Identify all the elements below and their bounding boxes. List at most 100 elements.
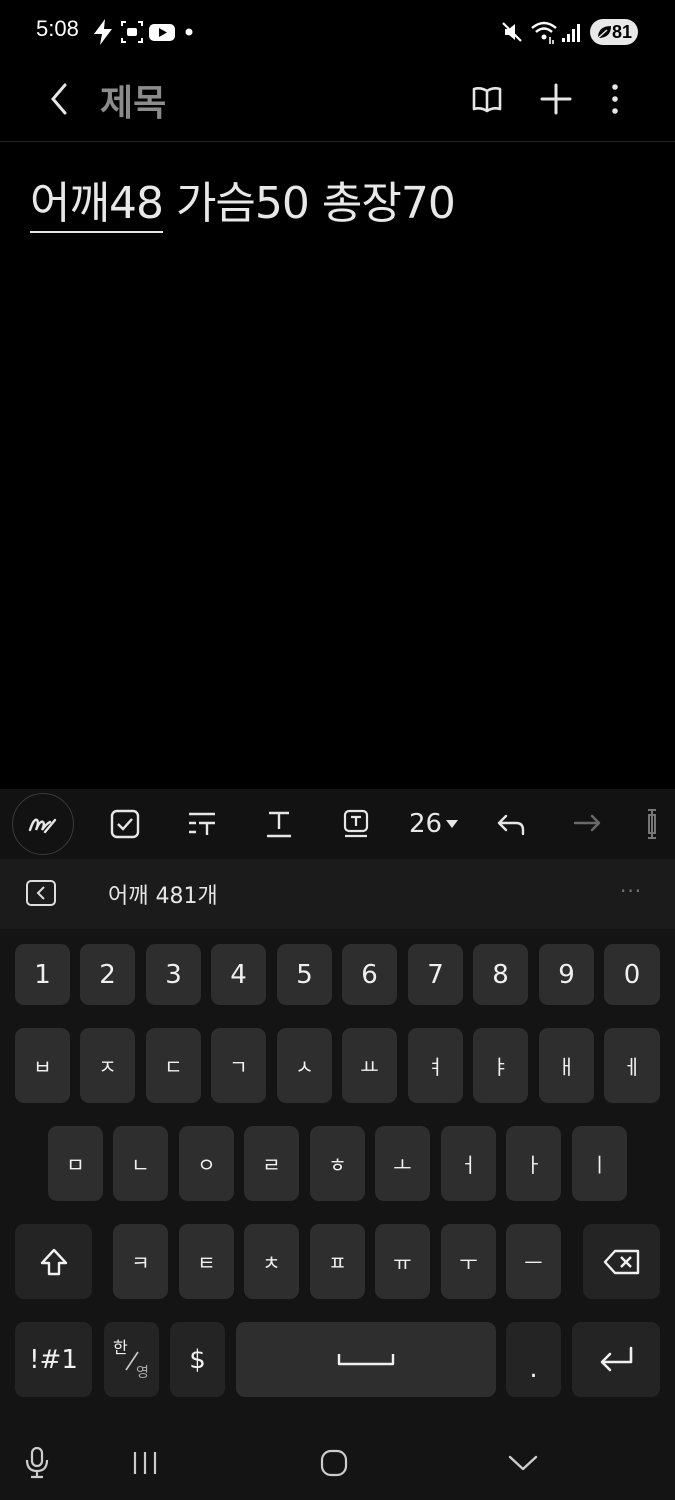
more-tools-icon (648, 809, 656, 839)
space-key[interactable] (236, 1322, 496, 1397)
keyboard-toolbar-toggle[interactable] (26, 880, 56, 906)
key-e[interactable]: ㅔ (604, 1028, 660, 1103)
recent-apps-button[interactable] (120, 1438, 170, 1488)
flash-icon (94, 19, 112, 45)
status-bar: 5:08 81 (0, 0, 675, 64)
shift-icon (40, 1248, 67, 1275)
key-3[interactable]: 3 (146, 944, 201, 1005)
home-button[interactable] (309, 1438, 359, 1488)
key-ya[interactable]: ㅑ (473, 1028, 528, 1103)
key-9[interactable]: 9 (539, 944, 594, 1005)
more-options-button[interactable] (590, 74, 640, 124)
key-ieung[interactable]: ㅇ (179, 1126, 234, 1201)
key-eo[interactable]: ㅓ (441, 1126, 496, 1201)
status-time: 5:08 (36, 16, 79, 41)
key-5[interactable]: 5 (277, 944, 332, 1005)
key-hieut[interactable]: ㅎ (310, 1126, 365, 1201)
key-eu[interactable]: ㅡ (506, 1224, 561, 1299)
key-8[interactable]: 8 (473, 944, 528, 1005)
note-title-field[interactable]: 제목 (100, 74, 166, 126)
undo-button[interactable] (484, 797, 538, 851)
shift-key[interactable] (15, 1224, 92, 1299)
composing-word: 어깨48 (30, 178, 164, 233)
key-pieup[interactable]: ㅍ (310, 1224, 365, 1299)
youtube-icon (149, 24, 175, 41)
battery-saver-icon (597, 26, 611, 39)
paragraph-style-button[interactable] (175, 797, 229, 851)
key-yo[interactable]: ㅛ (342, 1028, 397, 1103)
key-1[interactable]: 1 (15, 944, 70, 1005)
redo-button[interactable] (560, 797, 614, 851)
key-rieul[interactable]: ㄹ (244, 1126, 299, 1201)
key-jieut[interactable]: ㅈ (80, 1028, 135, 1103)
key-i[interactable]: ㅣ (572, 1126, 627, 1201)
key-7[interactable]: 7 (408, 944, 463, 1005)
battery-level: 81 (611, 21, 632, 42)
key-a[interactable]: ㅏ (506, 1126, 561, 1201)
symbols-key[interactable]: !#1 (15, 1322, 92, 1397)
text-box-icon (343, 809, 369, 838)
key-u[interactable]: ㅜ (441, 1224, 496, 1299)
dollar-key[interactable]: $ (170, 1322, 225, 1397)
back-icon (51, 83, 67, 115)
keyboard: 어깨 481개 ··· 1 2 3 4 5 6 7 8 9 0 ㅂ ㅈ ㄷ ㄱ … (0, 859, 675, 1500)
chevron-down-icon (446, 820, 459, 828)
dot-icon (185, 28, 193, 36)
key-mieum[interactable]: ㅁ (48, 1126, 103, 1201)
format-toolbar: 26 (0, 789, 675, 859)
key-digeut[interactable]: ㄷ (146, 1028, 201, 1103)
key-giyeok[interactable]: ㄱ (211, 1028, 266, 1103)
key-4[interactable]: 4 (211, 944, 266, 1005)
suggestion-item[interactable]: 어깨 481개 (108, 878, 218, 910)
key-tieut[interactable]: ㅌ (179, 1224, 234, 1299)
font-size-value: 26 (408, 809, 443, 839)
key-ae[interactable]: ㅐ (539, 1028, 594, 1103)
chevron-left-icon (36, 886, 45, 900)
key-6[interactable]: 6 (342, 944, 397, 1005)
font-size-button[interactable]: 26 (404, 797, 464, 851)
text-style-icon (267, 811, 291, 838)
wifi-icon (531, 21, 557, 44)
enter-key[interactable] (572, 1322, 660, 1397)
backspace-key[interactable] (583, 1224, 660, 1299)
undo-icon (497, 814, 525, 836)
navigation-bar (0, 1420, 675, 1500)
note-content[interactable]: 어깨48 가슴50 총장70 (30, 167, 456, 233)
key-yu[interactable]: ㅠ (375, 1224, 430, 1299)
app-bar: 제목 (0, 64, 675, 142)
add-icon (540, 83, 572, 115)
period-key[interactable]: . (506, 1322, 561, 1397)
key-kieuk[interactable]: ㅋ (113, 1224, 168, 1299)
key-0[interactable]: 0 (604, 944, 660, 1005)
redo-icon (573, 814, 601, 832)
back-button[interactable] (36, 76, 82, 122)
key-chieut[interactable]: ㅊ (244, 1224, 299, 1299)
more-tools-button[interactable] (632, 797, 672, 851)
handwriting-button[interactable] (12, 793, 74, 855)
key-nieun[interactable]: ㄴ (113, 1126, 168, 1201)
paragraph-style-icon (189, 812, 215, 835)
suggestion-more[interactable]: ··· (620, 879, 642, 903)
note-body[interactable]: 어깨48 가슴50 총장70 (0, 143, 675, 788)
text-style-button[interactable] (252, 797, 306, 851)
key-bieup[interactable]: ㅂ (15, 1028, 70, 1103)
enter-icon (600, 1346, 633, 1371)
signal-icon (562, 24, 580, 42)
slash-icon (125, 1351, 139, 1371)
hide-keyboard-button[interactable] (498, 1438, 548, 1488)
battery-indicator: 81 (590, 19, 638, 45)
chevron-down-icon (508, 1455, 538, 1471)
note-text: 가슴50 총장70 (162, 178, 456, 229)
more-icon (612, 84, 618, 114)
voice-input-button[interactable] (12, 1438, 62, 1488)
text-box-button[interactable] (329, 797, 383, 851)
reading-mode-button[interactable] (462, 74, 512, 124)
key-2[interactable]: 2 (80, 944, 135, 1005)
key-o[interactable]: ㅗ (375, 1126, 430, 1201)
add-button[interactable] (531, 74, 581, 124)
language-switch-key[interactable]: 한 영 (104, 1322, 159, 1397)
checkbox-button[interactable] (98, 797, 152, 851)
suggestion-bar: 어깨 481개 ··· (0, 859, 675, 929)
key-yeo[interactable]: ㅕ (408, 1028, 463, 1103)
key-siot[interactable]: ㅅ (277, 1028, 332, 1103)
